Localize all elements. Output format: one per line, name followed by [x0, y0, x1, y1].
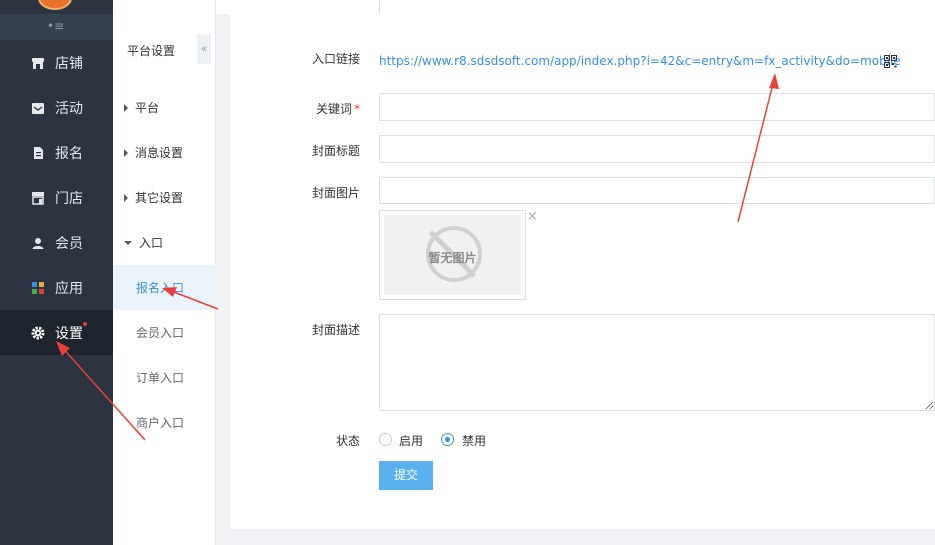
subnav-group-label: 消息设置 [135, 146, 184, 160]
entry-link-url[interactable]: https://www.r8.sdsdsoft.com/app/index.ph… [379, 54, 901, 68]
cover-title-label: 封面标题 [311, 144, 360, 158]
store-icon [31, 56, 45, 70]
cover-image-label: 封面图片 [311, 186, 360, 200]
apps-icon [31, 281, 45, 295]
main-sidebar: •≡ 店铺 活动 报名 门店 会员 应用 设置 [0, 0, 113, 545]
no-image-placeholder: 暂无图片 [384, 215, 521, 295]
caret-right-icon [124, 103, 128, 112]
subnav-title: 平台设置 [127, 44, 176, 58]
status-radio-enable[interactable] [379, 433, 392, 446]
sidebar-item-store[interactable]: 店铺 [0, 40, 113, 85]
subnav-item-member-entry[interactable]: 会员入口 [113, 310, 216, 355]
cover-image-preview[interactable]: 暂无图片 [379, 210, 526, 300]
top-header-strip [216, 0, 935, 14]
header-divider [379, 0, 380, 14]
sidebar-item-label: 应用 [55, 280, 83, 297]
sidebar-item-settings[interactable]: 设置 [0, 310, 113, 355]
shop-icon [31, 191, 45, 205]
sidebar-item-activity[interactable]: 活动 [0, 85, 113, 130]
sidebar-item-label: 店铺 [55, 55, 83, 72]
status-radio-disable[interactable] [441, 433, 454, 446]
sidebar-collapse-bar[interactable]: •≡ [0, 14, 113, 40]
sidebar-item-label: 门店 [55, 190, 83, 207]
subnav-group-label: 入口 [139, 236, 164, 250]
status-label: 状态 [335, 434, 360, 448]
sidebar-item-apps[interactable]: 应用 [0, 265, 113, 310]
qrcode-icon[interactable] [884, 55, 897, 68]
subnav-group-entry[interactable]: 入口 [113, 220, 216, 265]
sidebar-item-label: 报名 [55, 145, 83, 162]
status-radio-disable-label[interactable]: 禁用 [462, 432, 486, 449]
cover-image-input[interactable] [379, 177, 935, 204]
gear-icon [31, 326, 45, 340]
subnav-group-message-settings[interactable]: 消息设置 [113, 130, 216, 175]
status-radio-enable-label[interactable]: 启用 [399, 432, 423, 449]
subnav-item-merchant-entry[interactable]: 商户入口 [113, 400, 216, 445]
keyword-input[interactable] [379, 93, 935, 121]
cover-desc-textarea[interactable] [379, 314, 935, 411]
keyword-label-text: 关键词 [315, 102, 352, 116]
subnav-collapse-button[interactable]: « [197, 34, 211, 64]
sidebar-item-shop[interactable]: 门店 [0, 175, 113, 220]
subnav-item-signup-entry[interactable]: 报名入口 [113, 265, 216, 310]
required-mark: * [354, 102, 360, 116]
submit-button[interactable]: 提交 [379, 461, 433, 490]
subnav-group-other-settings[interactable]: 其它设置 [113, 175, 216, 220]
cover-desc-label: 封面描述 [311, 323, 360, 337]
sidebar-item-label: 设置 [55, 325, 83, 342]
no-image-text: 暂无图片 [428, 251, 477, 265]
caret-down-icon [124, 240, 132, 245]
subnav-group-platform[interactable]: 平台 [113, 85, 216, 130]
entry-link-label: 入口链接 [311, 52, 360, 66]
subnav-item-order-entry[interactable]: 订单入口 [113, 355, 216, 400]
sidebar-item-member[interactable]: 会员 [0, 220, 113, 265]
notification-dot [83, 322, 87, 326]
subnav-group-label: 其它设置 [135, 191, 184, 205]
collapse-icon[interactable]: •≡ [47, 19, 64, 33]
member-icon [31, 236, 45, 250]
close-icon[interactable]: × [527, 210, 538, 223]
caret-right-icon [124, 193, 128, 202]
subnav-group-label: 平台 [135, 101, 160, 115]
sub-sidebar: 平台设置 « 平台 消息设置 其它设置 入口 报名入口 会员入口 订单入口 商户… [113, 0, 216, 545]
caret-right-icon [124, 148, 128, 157]
sidebar-item-label: 活动 [55, 100, 83, 117]
cover-title-input[interactable] [379, 135, 935, 163]
app-logo [38, 0, 72, 10]
signup-icon [31, 146, 45, 160]
sidebar-item-label: 会员 [55, 235, 83, 252]
logo-area [0, 0, 113, 14]
keyword-label: 关键词 * [230, 100, 360, 117]
form-card: 入口链接 https://www.r8.sdsdsoft.com/app/ind… [230, 14, 935, 529]
sidebar-item-signup[interactable]: 报名 [0, 130, 113, 175]
activity-icon [31, 101, 45, 115]
